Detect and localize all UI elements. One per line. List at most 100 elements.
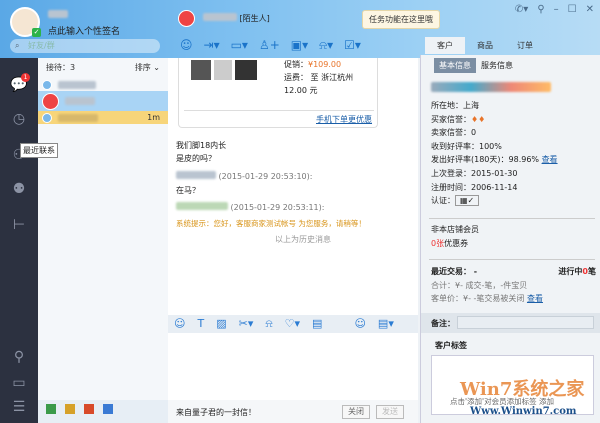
emoji-share-icon[interactable]: ☺ bbox=[180, 38, 193, 53]
font-icon[interactable]: T bbox=[197, 317, 204, 331]
sort-button[interactable]: 排序 ⌄ bbox=[135, 58, 160, 78]
username bbox=[48, 10, 68, 21]
product-image[interactable] bbox=[191, 60, 257, 80]
quick-reply-icon[interactable]: ☺ bbox=[354, 317, 365, 331]
contact-avatar bbox=[42, 92, 59, 110]
waiting-count: 接待：3 bbox=[46, 63, 76, 72]
pin-icon[interactable]: ⚲ bbox=[537, 4, 544, 15]
alert-icon[interactable]: ⍾▾ bbox=[319, 38, 333, 53]
watermark-url: Www.Winwin7.com bbox=[470, 406, 577, 417]
maximize-button[interactable]: ☐ bbox=[568, 4, 577, 15]
screenshot-icon[interactable]: ✂▾ bbox=[239, 317, 254, 331]
note-label: 备注： bbox=[431, 319, 455, 328]
app-icon[interactable] bbox=[46, 404, 56, 414]
certification-icon: ▦✓ bbox=[455, 195, 480, 207]
emoji-icon[interactable]: ☺ bbox=[174, 317, 185, 331]
shipping-info: 运费： 至 浙江杭州 12.00 元 bbox=[284, 73, 354, 95]
search-icon: ⌕ bbox=[15, 41, 20, 50]
task-tooltip: 任务功能在这里哦 bbox=[362, 10, 440, 29]
close-button[interactable]: ✕ bbox=[586, 4, 594, 15]
registered: 注册时间：2006-11-14 bbox=[431, 182, 518, 192]
screen-share-icon[interactable]: ▣▾ bbox=[291, 38, 308, 53]
diamond-icon: ♦♦ bbox=[471, 114, 486, 124]
message-box-icon[interactable]: ▭ bbox=[10, 374, 28, 392]
note-input[interactable] bbox=[457, 316, 594, 329]
tab-basic-info[interactable]: 基本信息 bbox=[434, 58, 476, 73]
footer-message[interactable]: 来自量子君的一封信！ bbox=[176, 407, 256, 418]
good-rate-received: 收到好评率：100% bbox=[431, 141, 502, 151]
list-item[interactable] bbox=[38, 91, 168, 111]
save-icon[interactable]: ▤ bbox=[312, 317, 322, 331]
good-rate-given: 发出好评率(180天)：98.96% bbox=[431, 155, 540, 165]
user-settings-icon[interactable]: ⚲ bbox=[10, 348, 28, 366]
contact-name: [陌生人] bbox=[203, 13, 270, 24]
trade-total: 合计：¥- 成交-笔，-件宝贝 bbox=[431, 280, 528, 290]
product-price: ¥109.00 bbox=[308, 60, 342, 69]
contact-list: 接待：3 排序 ⌄ 1m bbox=[38, 58, 168, 400]
sidebar: 💬 ◷ ⚇ ⚉ ⊢ ⚲ ▭ ☰ bbox=[0, 58, 38, 423]
list-item[interactable]: 1m bbox=[38, 111, 168, 124]
input-toolbar: ☺ T ▨ ✂▾ ⍾ ♡▾ ▤ ☺ ▤▾ bbox=[168, 315, 418, 333]
message: 在马？ bbox=[176, 186, 200, 195]
signature[interactable]: 点此输入个性签名 bbox=[48, 24, 120, 37]
auth-label: 认证： bbox=[431, 196, 455, 206]
contact-time: 1m bbox=[147, 113, 160, 122]
window-controls: ✆▾ ⚲ – ☐ ✕ bbox=[515, 4, 594, 15]
profile-header: ✓ 点此输入个性签名 ⌕ 好友/群 bbox=[0, 0, 168, 58]
chat-footer: 来自量子君的一封信！ 关闭 发送 bbox=[168, 400, 418, 423]
view-trades-link[interactable]: 查看 bbox=[527, 294, 543, 303]
message: 是皮的吗？ bbox=[176, 154, 216, 163]
system-message: 系统提示：您好，客服商家测试帐号 为您服务，请稍等！ bbox=[176, 219, 366, 228]
shake-icon[interactable]: ⍾ bbox=[265, 317, 272, 331]
recent-icon[interactable]: ◷ bbox=[10, 110, 28, 128]
video-icon[interactable]: ▭▾ bbox=[231, 38, 248, 53]
message-timestamp: (2015-01-29 20:53:10): bbox=[218, 172, 313, 181]
contact-avatar bbox=[178, 10, 195, 27]
menu-icon[interactable]: ☰ bbox=[10, 398, 28, 416]
online-status-icon: ✓ bbox=[32, 28, 41, 37]
list-item[interactable] bbox=[38, 78, 168, 91]
heart-icon[interactable]: ♡▾ bbox=[285, 317, 300, 331]
tooltip: 最近联系 bbox=[20, 143, 58, 158]
tab-product[interactable]: 商品 bbox=[465, 37, 505, 54]
task-icon[interactable]: ☑▾ bbox=[344, 38, 361, 53]
location: 所在地：上海 bbox=[431, 101, 479, 110]
right-tabs: 客户 商品 订单 bbox=[425, 37, 545, 54]
image-icon[interactable]: ▨ bbox=[216, 317, 226, 331]
transfer-icon[interactable]: ⇥▾ bbox=[204, 38, 220, 53]
tab-customer[interactable]: 客户 bbox=[425, 37, 465, 54]
mobile-order-link[interactable]: 手机下单更优惠 bbox=[316, 114, 372, 125]
tab-service-info[interactable]: 服务信息 bbox=[476, 58, 518, 73]
coupon-label: 优惠券 bbox=[444, 238, 469, 248]
customer-name bbox=[431, 82, 551, 95]
message-input[interactable] bbox=[168, 333, 418, 400]
history-icon[interactable]: ▤▾ bbox=[378, 317, 394, 331]
buyer-credit: 买家信誉：♦♦ bbox=[431, 114, 486, 124]
unit-price: 客单价：¥- -笔交易被关闭 bbox=[431, 294, 525, 304]
tab-order[interactable]: 订单 bbox=[505, 37, 545, 54]
add-contact-icon[interactable]: ♙+ bbox=[259, 38, 280, 53]
view-link[interactable]: 查看 bbox=[542, 155, 558, 164]
message: 我们脚18内长 bbox=[176, 141, 227, 150]
unread-badge: 1 bbox=[21, 73, 30, 82]
watermark-logo: Win7系统之家 bbox=[460, 379, 585, 400]
search-placeholder: 好友/群 bbox=[28, 41, 55, 50]
last-login: 上次登录：2015-01-30 bbox=[431, 168, 518, 178]
send-button[interactable]: 发送 bbox=[376, 405, 404, 419]
search-input[interactable]: ⌕ 好友/群 bbox=[10, 39, 160, 53]
seller-credit: 卖家信誉：0 bbox=[431, 128, 477, 138]
member-status: 非本店铺会员 bbox=[431, 225, 479, 234]
customer-panel: 基本信息 服务信息 所在地：上海 买家信誉：♦♦ 卖家信誉：0 收到好评率：100… bbox=[420, 55, 600, 423]
customer-tags-label: 客户标签 bbox=[435, 341, 467, 350]
tree-icon[interactable]: ⊢ bbox=[10, 216, 28, 234]
history-divider: 以上为历史消息 bbox=[275, 235, 331, 244]
product-card: 促销：¥109.00 运费： 至 浙江杭州 12.00 元 手机下单更优惠 bbox=[178, 58, 378, 128]
recent-trade: 最近交易： - bbox=[431, 267, 478, 276]
group-icon[interactable]: ⚉ bbox=[10, 180, 28, 198]
close-chat-button[interactable]: 关闭 bbox=[342, 405, 370, 419]
minimize-button[interactable]: – bbox=[554, 4, 559, 15]
phone-icon[interactable]: ✆▾ bbox=[515, 4, 528, 15]
tool-icon[interactable] bbox=[103, 404, 113, 414]
folder-icon[interactable] bbox=[65, 404, 75, 414]
shop-icon[interactable] bbox=[84, 404, 94, 414]
